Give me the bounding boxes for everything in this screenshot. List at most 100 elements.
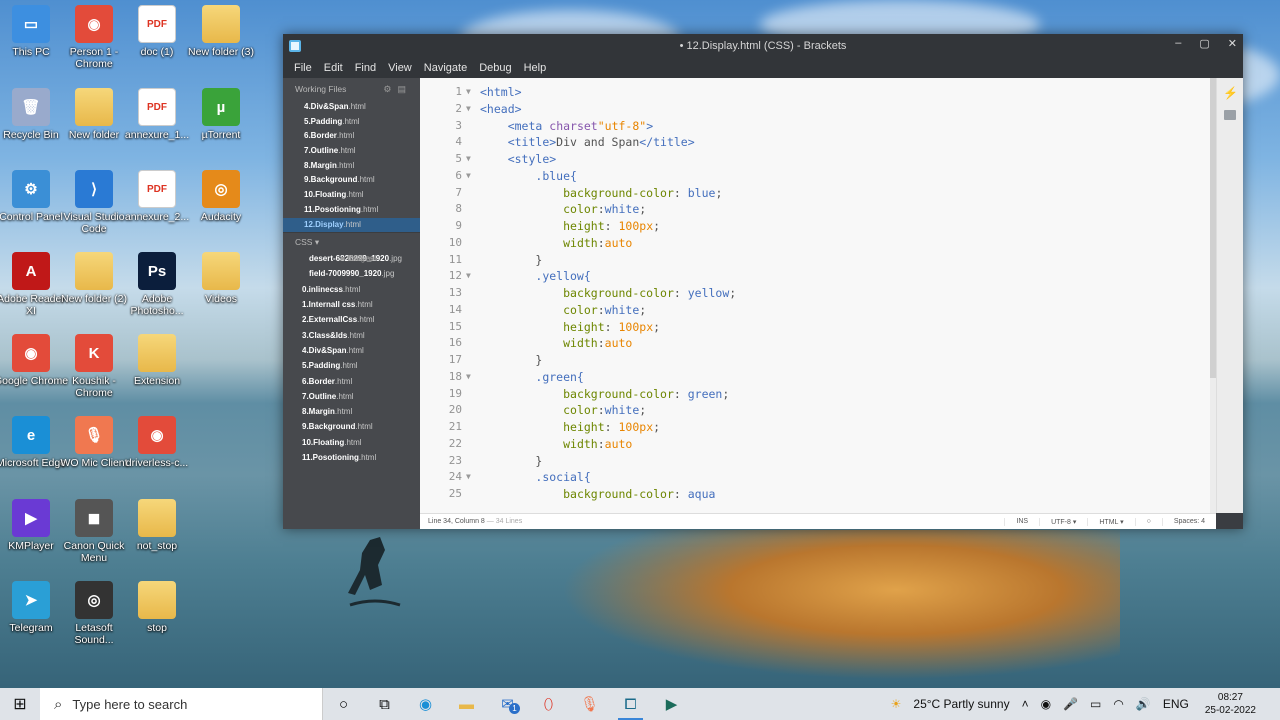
code-line[interactable]: 17 } bbox=[420, 352, 1210, 369]
desktop-icon-audacity[interactable]: ◎ Audacity bbox=[183, 170, 259, 223]
tree-file[interactable]: 0.inlinecss.html bbox=[283, 282, 420, 297]
menu-edit[interactable]: Edit bbox=[324, 62, 343, 74]
desktop-icon-extension[interactable]: Extension bbox=[119, 334, 195, 387]
menu-debug[interactable]: Debug bbox=[479, 62, 511, 74]
terminal-icon[interactable]: ▶ bbox=[651, 688, 692, 720]
tree-file[interactable]: 4.Div&Span.html bbox=[283, 343, 420, 358]
code-line[interactable]: 25 background-color: aqua bbox=[420, 486, 1210, 503]
working-file-item[interactable]: 6.Border.html bbox=[283, 129, 420, 144]
working-file-item[interactable]: 10.Floating.html bbox=[283, 188, 420, 203]
indent-setting[interactable]: Spaces: 4 bbox=[1161, 517, 1216, 526]
code-line[interactable]: 2 ▼ <head> bbox=[420, 101, 1210, 118]
close-button[interactable]: ✕ bbox=[1228, 37, 1237, 50]
working-file-item[interactable]: 9.Background.html bbox=[283, 173, 420, 188]
fold-toggle-icon[interactable]: ▼ bbox=[466, 84, 471, 101]
code-line[interactable]: 3 <meta charset"utf-8"> bbox=[420, 118, 1210, 135]
file-explorer-icon[interactable]: ▬ bbox=[446, 688, 487, 720]
tree-file[interactable]: 10.Floating.html bbox=[283, 435, 420, 450]
fold-toggle-icon[interactable]: ▼ bbox=[466, 469, 471, 486]
working-file-item[interactable]: 8.Margin.html bbox=[283, 159, 420, 174]
mic-icon[interactable]: 🎤 bbox=[1063, 697, 1078, 711]
fold-toggle-icon[interactable]: ▼ bbox=[466, 151, 471, 168]
working-file-item[interactable]: 4.Div&Span.html bbox=[283, 100, 420, 115]
windows-start-icon[interactable]: ⊞ bbox=[0, 688, 40, 720]
task-view-icon[interactable]: ⧉ bbox=[364, 688, 405, 720]
tree-file[interactable]: 9.Background.html bbox=[283, 419, 420, 434]
clock[interactable]: 08:27 25-02-2022 bbox=[1205, 691, 1256, 717]
weather-icon[interactable]: ☀ bbox=[891, 697, 902, 711]
weather-text[interactable]: 25°C Partly sunny bbox=[913, 697, 1009, 711]
tree-file[interactable]: 1.Internall css.html bbox=[283, 297, 420, 312]
encoding-select[interactable]: UTF-8 ▾ bbox=[1039, 517, 1087, 526]
tree-image-file[interactable]: field-7009990_1920.jpg bbox=[283, 266, 420, 281]
code-line[interactable]: 22 width:auto bbox=[420, 436, 1210, 453]
desktop-icon-utorrent[interactable]: µ µTorrent bbox=[183, 88, 259, 141]
code-line[interactable]: 8 color:white; bbox=[420, 201, 1210, 218]
fold-toggle-icon[interactable]: ▼ bbox=[466, 168, 471, 185]
working-file-item[interactable]: 11.Posotioning.html bbox=[283, 203, 420, 218]
desktop-icon-new-folder-3[interactable]: New folder (3) bbox=[183, 5, 259, 58]
code-line[interactable]: 18 ▼ .green{ bbox=[420, 369, 1210, 386]
mail-icon[interactable]: ✉ 1 bbox=[487, 688, 528, 720]
split-view-icon[interactable]: ▤ bbox=[397, 84, 412, 94]
code-editor[interactable]: 1 ▼ <html> 2 ▼ <head> 3 <meta charset"utf-8"> 4… bbox=[420, 78, 1210, 513]
desktop-icon-videos[interactable]: Videos bbox=[183, 252, 259, 305]
maximize-button[interactable]: ▢ bbox=[1199, 37, 1209, 50]
wo-mic-icon[interactable]: 🎙 bbox=[569, 688, 610, 720]
code-line[interactable]: 21 height: 100px; bbox=[420, 419, 1210, 436]
code-line[interactable]: 16 width:auto bbox=[420, 335, 1210, 352]
code-line[interactable]: 19 background-color: green; bbox=[420, 386, 1210, 403]
desktop-icon-not-stop[interactable]: not_stop bbox=[119, 499, 195, 552]
code-line[interactable]: 24 ▼ .social{ bbox=[420, 469, 1210, 486]
opera-icon[interactable]: ⬯ bbox=[528, 688, 569, 720]
project-dropdown[interactable]: CSS ▾ bbox=[283, 232, 420, 251]
tree-file[interactable]: 3.Class&Ids.html bbox=[283, 328, 420, 343]
code-line[interactable]: 9 height: 100px; bbox=[420, 218, 1210, 235]
working-file-item[interactable]: 7.Outline.html bbox=[283, 144, 420, 159]
code-line[interactable]: 20 color:white; bbox=[420, 402, 1210, 419]
code-line[interactable]: 23 } bbox=[420, 453, 1210, 470]
minimize-button[interactable]: – bbox=[1175, 37, 1181, 50]
code-line[interactable]: 11 } bbox=[420, 252, 1210, 269]
fold-toggle-icon[interactable]: ▼ bbox=[466, 101, 471, 118]
menu-navigate[interactable]: Navigate bbox=[424, 62, 467, 74]
extension-manager-icon[interactable] bbox=[1224, 110, 1236, 120]
tree-file[interactable]: 5.Padding.html bbox=[283, 358, 420, 373]
battery-icon[interactable]: ▭ bbox=[1090, 697, 1101, 711]
ins-mode[interactable]: INS bbox=[1004, 517, 1039, 526]
live-preview-icon[interactable]: ⚡ bbox=[1223, 86, 1238, 100]
tree-file[interactable]: 2.ExternallCss.html bbox=[283, 312, 420, 327]
gear-icon[interactable]: ⚙ bbox=[383, 84, 397, 94]
tree-folder[interactable]: ▾ Images bbox=[329, 251, 373, 266]
menu-help[interactable]: Help bbox=[524, 62, 547, 74]
fold-toggle-icon[interactable]: ▼ bbox=[466, 268, 471, 285]
code-line[interactable]: 5 ▼ <style> bbox=[420, 151, 1210, 168]
language-indicator[interactable]: ENG bbox=[1163, 697, 1189, 711]
tree-file[interactable]: 8.Margin.html bbox=[283, 404, 420, 419]
menu-find[interactable]: Find bbox=[355, 62, 376, 74]
code-line[interactable]: 15 height: 100px; bbox=[420, 319, 1210, 336]
working-file-item[interactable]: 5.Padding.html bbox=[283, 115, 420, 130]
edge-taskbar-icon[interactable]: ◉ bbox=[405, 688, 446, 720]
code-line[interactable]: 6 ▼ .blue{ bbox=[420, 168, 1210, 185]
tree-file[interactable]: 7.Outline.html bbox=[283, 389, 420, 404]
desktop-icon-driverless[interactable]: ◉ driverless-c... bbox=[119, 416, 195, 469]
tree-file[interactable]: 11.Posotioning.html bbox=[283, 450, 420, 465]
code-line[interactable]: 13 background-color: yellow; bbox=[420, 285, 1210, 302]
code-line[interactable]: 1 ▼ <html> bbox=[420, 84, 1210, 101]
code-line[interactable]: 10 width:auto bbox=[420, 235, 1210, 252]
desktop-icon-stop[interactable]: stop bbox=[119, 581, 195, 634]
cortana-icon[interactable]: ○ bbox=[323, 688, 364, 720]
code-line[interactable]: 7 background-color: blue; bbox=[420, 185, 1210, 202]
working-file-item[interactable]: 12.Display.html bbox=[283, 217, 420, 233]
tree-file[interactable]: 6.Border.html bbox=[283, 374, 420, 389]
title-bar[interactable]: • 12.Display.html (CSS) - Brackets – ▢ ✕ bbox=[283, 34, 1243, 58]
code-line[interactable]: 14 color:white; bbox=[420, 302, 1210, 319]
volume-icon[interactable]: 🔊 bbox=[1136, 697, 1151, 711]
menu-view[interactable]: View bbox=[388, 62, 412, 74]
brackets-taskbar-icon[interactable]: ⧠ bbox=[610, 688, 651, 720]
fold-toggle-icon[interactable]: ▼ bbox=[466, 369, 471, 386]
wifi-icon[interactable]: ◠ bbox=[1113, 697, 1123, 711]
menu-file[interactable]: File bbox=[294, 62, 312, 74]
code-line[interactable]: 4 <title>Div and Span</title> bbox=[420, 134, 1210, 151]
